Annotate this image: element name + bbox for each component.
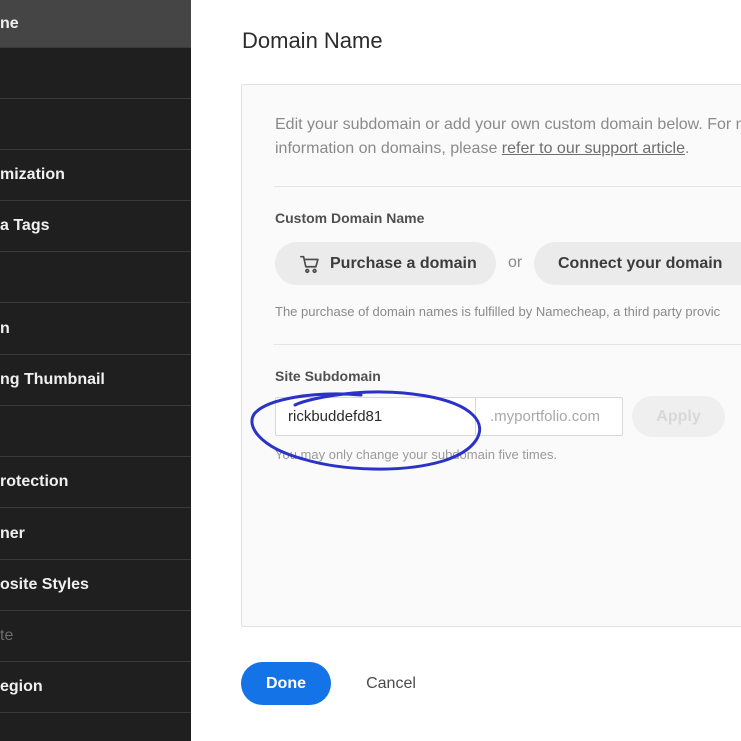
domain-settings-screen: ne mization a Tags n ng Thumbnail rotect…	[0, 0, 741, 741]
sidebar-item[interactable]	[0, 48, 191, 99]
main-content: Domain Name Edit your subdomain or add y…	[191, 0, 741, 741]
site-subdomain-label: Site Subdomain	[275, 368, 381, 384]
subdomain-helper-text: You may only change your subdomain five …	[275, 447, 558, 462]
sidebar-item[interactable]: n	[0, 304, 191, 355]
sidebar-item[interactable]	[0, 99, 191, 150]
support-article-link[interactable]: refer to our support article	[502, 140, 685, 157]
purchase-domain-label: Purchase a domain	[330, 254, 477, 272]
sidebar-item-label: mization	[0, 166, 65, 183]
sidebar-item-label: rotection	[0, 473, 69, 490]
sidebar-item-optimization[interactable]: mization	[0, 150, 191, 201]
cancel-button[interactable]: Cancel	[361, 662, 421, 705]
info-text-end: .	[685, 140, 690, 157]
subdomain-input[interactable]: rickbuddefd81	[275, 397, 475, 436]
divider	[274, 344, 741, 345]
sidebar-item-disabled: te	[0, 611, 191, 662]
sidebar-item-label: ner	[0, 525, 25, 542]
page-title: Domain Name	[242, 28, 383, 53]
sidebar-item-banner[interactable]: ner	[0, 509, 191, 560]
subdomain-suffix: .myportfolio.com	[475, 397, 623, 436]
done-button[interactable]: Done	[241, 662, 331, 705]
sidebar-item-label: n	[0, 320, 10, 337]
subdomain-value: rickbuddefd81	[288, 408, 383, 425]
cart-icon	[300, 255, 319, 273]
domain-panel: Edit your subdomain or add your own cust…	[241, 84, 741, 627]
namecheap-disclaimer: The purchase of domain names is fulfille…	[275, 304, 721, 319]
sidebar-item-protection[interactable]: rotection	[0, 457, 191, 508]
sidebar-item-label: osite Styles	[0, 576, 89, 593]
sidebar-item-sharing-thumbnail[interactable]: ng Thumbnail	[0, 355, 191, 406]
sidebar-item-label: ng Thumbnail	[0, 371, 105, 388]
purchase-domain-button[interactable]: Purchase a domain	[275, 242, 496, 285]
sidebar-item-meta-tags[interactable]: a Tags	[0, 201, 191, 252]
sidebar-item-label: egion	[0, 678, 43, 695]
sidebar-item-label: te	[0, 627, 14, 644]
sidebar-item-region[interactable]: egion	[0, 662, 191, 713]
or-separator: or	[508, 254, 523, 271]
apply-button[interactable]: Apply	[632, 396, 725, 437]
settings-sidebar: ne mization a Tags n ng Thumbnail rotect…	[0, 0, 191, 741]
connect-domain-button[interactable]: Connect your domain	[534, 242, 741, 285]
sidebar-item-website-styles[interactable]: osite Styles	[0, 560, 191, 611]
custom-domain-label: Custom Domain Name	[275, 210, 425, 226]
sidebar-item-label: a Tags	[0, 217, 50, 234]
sidebar-item[interactable]	[0, 406, 191, 457]
sidebar-item[interactable]	[0, 713, 191, 741]
divider	[274, 186, 741, 187]
connect-domain-label: Connect your domain	[558, 254, 723, 272]
sidebar-item-domain-name[interactable]: ne	[0, 0, 191, 48]
sidebar-item[interactable]	[0, 252, 191, 303]
sidebar-item-label: ne	[0, 14, 19, 32]
domain-info-text: Edit your subdomain or add your own cust…	[275, 113, 741, 161]
